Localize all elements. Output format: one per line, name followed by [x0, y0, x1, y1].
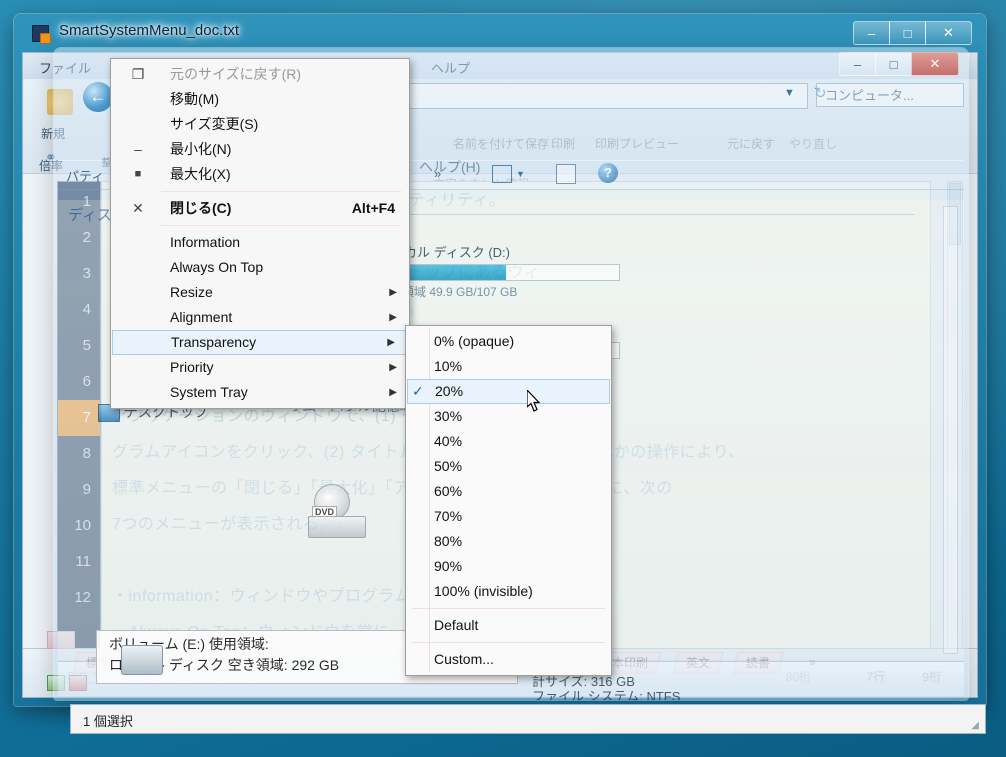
notepad-icon[interactable] — [32, 25, 51, 44]
menu-item-priority[interactable]: Priority ▶ — [111, 355, 409, 380]
selection-count-label: 1 個選択 — [83, 714, 133, 729]
submenu-item-100[interactable]: 100% (invisible) — [406, 579, 611, 604]
menu-item-resize[interactable]: Resize ▶ — [111, 280, 409, 305]
drive-name: ローカル ディスク (D:) — [378, 245, 510, 260]
submenu-item-80[interactable]: 80% — [406, 529, 611, 554]
explorer-vertical-scrollbar[interactable] — [943, 206, 958, 654]
resize-grip-icon[interactable]: ◢ — [971, 720, 979, 731]
chevron-down-icon[interactable]: ▼ — [784, 87, 795, 99]
chevron-right-icon: ▶ — [389, 387, 397, 398]
menu-item-move[interactable]: 移動(M) — [111, 87, 409, 112]
menu-item-size[interactable]: サイズ変更(S) — [111, 112, 409, 137]
explorer-window-buttons: – □ ✕ — [839, 52, 959, 76]
toolbar-overflow[interactable]: » — [434, 166, 441, 181]
submenu-item-60[interactable]: 60% — [406, 479, 611, 504]
chevron-right-icon: ▶ — [389, 287, 397, 298]
drive-usage-bar — [378, 264, 620, 281]
submenu-item-50[interactable]: 50% — [406, 454, 611, 479]
menu-item-transparency[interactable]: Transparency ▶ — [112, 330, 408, 355]
submenu-item-30[interactable]: 30% — [406, 404, 611, 429]
close-icon: ✕ — [132, 200, 144, 216]
menu-separator — [161, 191, 401, 192]
menu-item-always-on-top[interactable]: Always On Top — [111, 255, 409, 280]
view-list-icon[interactable] — [492, 165, 512, 183]
maximize-icon: ■ — [134, 168, 142, 180]
submenu-item-custom[interactable]: Custom... — [406, 647, 611, 672]
help-icon[interactable]: ? — [598, 163, 618, 183]
check-icon: ✓ — [412, 383, 424, 399]
drive-item-d[interactable]: ローカル ディスク (D:) 空き領域 49.9 GB/107 GB — [378, 242, 620, 300]
menu-item-restore[interactable]: ❐ 元のサイズに戻す(R) — [111, 62, 409, 87]
close-button[interactable]: ✕ — [925, 21, 972, 45]
submenu-item-default[interactable]: Default — [406, 613, 611, 638]
submenu-item-90[interactable]: 90% — [406, 554, 611, 579]
editor-window-buttons: – □ ✕ — [853, 21, 972, 45]
menu-item-alignment[interactable]: Alignment ▶ — [111, 305, 409, 330]
minimize-icon: – — [134, 141, 142, 157]
maximize-button[interactable]: □ — [889, 21, 926, 45]
menu-item-close-accelerator: Alt+F4 — [351, 200, 395, 216]
dvd-drive-icon: DVD — [308, 484, 366, 538]
search-input[interactable]: コンピュータ... — [816, 83, 964, 107]
chevron-right-icon: ▶ — [389, 362, 397, 373]
explorer-maximize-button[interactable]: □ — [875, 52, 912, 76]
submenu-item-0[interactable]: 0% (opaque) — [406, 329, 611, 354]
editor-titlebar[interactable]: SmartSystemMenu_doc.txt – □ ✕ — [14, 14, 986, 52]
explorer-close-button[interactable]: ✕ — [911, 52, 959, 76]
submenu-item-10[interactable]: 10% — [406, 354, 611, 379]
explorer-bottom-statusbar: 1 個選択 ◢ — [70, 704, 986, 734]
toolbar-properties[interactable]: パティ — [66, 166, 104, 185]
hard-drive-icon — [121, 645, 163, 675]
submenu-separator — [412, 608, 605, 609]
menu-item-close[interactable]: ✕ 閉じる(C) Alt+F4 — [111, 196, 409, 221]
preview-pane-icon[interactable] — [556, 164, 576, 184]
system-menu[interactable]: ❐ 元のサイズに戻す(R) 移動(M) サイズ変更(S) – 最小化(N) ■ … — [110, 58, 410, 409]
explorer-minimize-button[interactable]: – — [839, 52, 876, 76]
submenu-item-20[interactable]: ✓ 20% — [407, 379, 610, 404]
menu-item-maximize[interactable]: ■ 最大化(X) — [111, 162, 409, 187]
submenu-separator — [412, 642, 605, 643]
menu-item-system-tray[interactable]: System Tray ▶ — [111, 380, 409, 405]
chevron-right-icon: ▶ — [387, 337, 395, 348]
chevron-right-icon: ▶ — [389, 312, 397, 323]
menu-item-minimize[interactable]: – 最小化(N) — [111, 137, 409, 162]
menu-item-information[interactable]: Information — [111, 230, 409, 255]
restore-icon: ❐ — [131, 66, 145, 82]
view-chevron-icon[interactable]: ▼ — [516, 169, 525, 179]
transparency-submenu[interactable]: 0% (opaque) 10% ✓ 20% 30% 40% 50% 60% 70… — [405, 325, 612, 676]
mouse-cursor — [527, 390, 541, 412]
editor-window-title: SmartSystemMenu_doc.txt — [59, 22, 240, 39]
status-filesystem: ファイル システム: NTFS — [532, 689, 681, 700]
drive-free-space: 空き領域 49.9 GB/107 GB — [378, 285, 518, 299]
submenu-item-40[interactable]: 40% — [406, 429, 611, 454]
menu-separator — [161, 225, 401, 226]
submenu-item-70[interactable]: 70% — [406, 504, 611, 529]
minimize-button[interactable]: – — [853, 21, 890, 45]
